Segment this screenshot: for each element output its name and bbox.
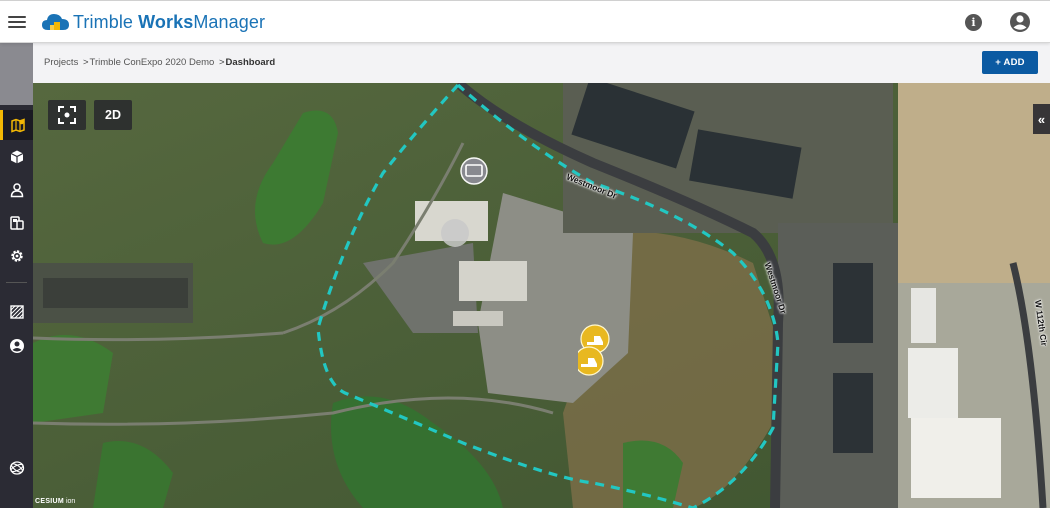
trimble-globe-icon: [9, 461, 24, 475]
top-bar: Trimble WorksManager i: [0, 0, 1050, 43]
devices-icon: [9, 216, 24, 230]
sidebar-item-profile[interactable]: [0, 331, 33, 361]
equipment-pin-icon[interactable]: [578, 324, 612, 376]
sidebar-item-users[interactable]: [0, 175, 33, 205]
gear-icon: [10, 250, 23, 262]
sidebar: [0, 43, 33, 508]
fit-extent-button[interactable]: [48, 100, 86, 130]
view-mode-2d-button[interactable]: 2D: [94, 100, 132, 130]
satellite-imagery: [33, 83, 1050, 508]
breadcrumb-project[interactable]: Trimble ConExpo 2020 Demo: [90, 57, 215, 68]
sidebar-item-devices[interactable]: [0, 208, 33, 238]
trimble-cloud-logo-icon: [42, 14, 69, 30]
user-circle-icon: [9, 339, 24, 353]
app-title[interactable]: Trimble WorksManager: [73, 12, 265, 33]
info-icon[interactable]: i: [965, 14, 982, 31]
sidebar-item-trimble[interactable]: [0, 453, 33, 483]
breadcrumb-current: Dashboard: [225, 57, 276, 68]
hatch-grid-icon: [9, 305, 24, 319]
sidebar-header: [0, 43, 33, 105]
fit-to-screen-icon: [58, 106, 76, 124]
person-icon: [10, 183, 23, 198]
add-button[interactable]: + ADD: [982, 51, 1038, 74]
account-circle-icon[interactable]: [1009, 11, 1031, 33]
chevron-right-icon: >: [218, 57, 225, 68]
sidebar-item-reports[interactable]: [0, 297, 33, 327]
sidebar-divider: [6, 282, 27, 283]
cesium-attribution[interactable]: CESIUM ion: [35, 498, 75, 505]
sidebar-item-settings[interactable]: [0, 241, 33, 271]
chevron-right-icon: >: [82, 57, 89, 68]
map-pin-icon: [11, 118, 25, 133]
breadcrumb-bar: Projects >Trimble ConExpo 2020 Demo >Das…: [33, 43, 1050, 83]
breadcrumb: Projects >Trimble ConExpo 2020 Demo >Das…: [44, 57, 275, 68]
cube-icon: [10, 150, 23, 164]
breadcrumb-projects[interactable]: Projects: [44, 57, 78, 68]
collapse-panel-button[interactable]: «: [1033, 104, 1050, 134]
map-view[interactable]: Westmoor Dr Westmoor Dr W 112th Cir 2D «…: [33, 83, 1050, 508]
sidebar-item-map[interactable]: [0, 110, 33, 140]
sidebar-item-models[interactable]: [0, 142, 33, 172]
hamburger-icon[interactable]: [8, 13, 26, 31]
